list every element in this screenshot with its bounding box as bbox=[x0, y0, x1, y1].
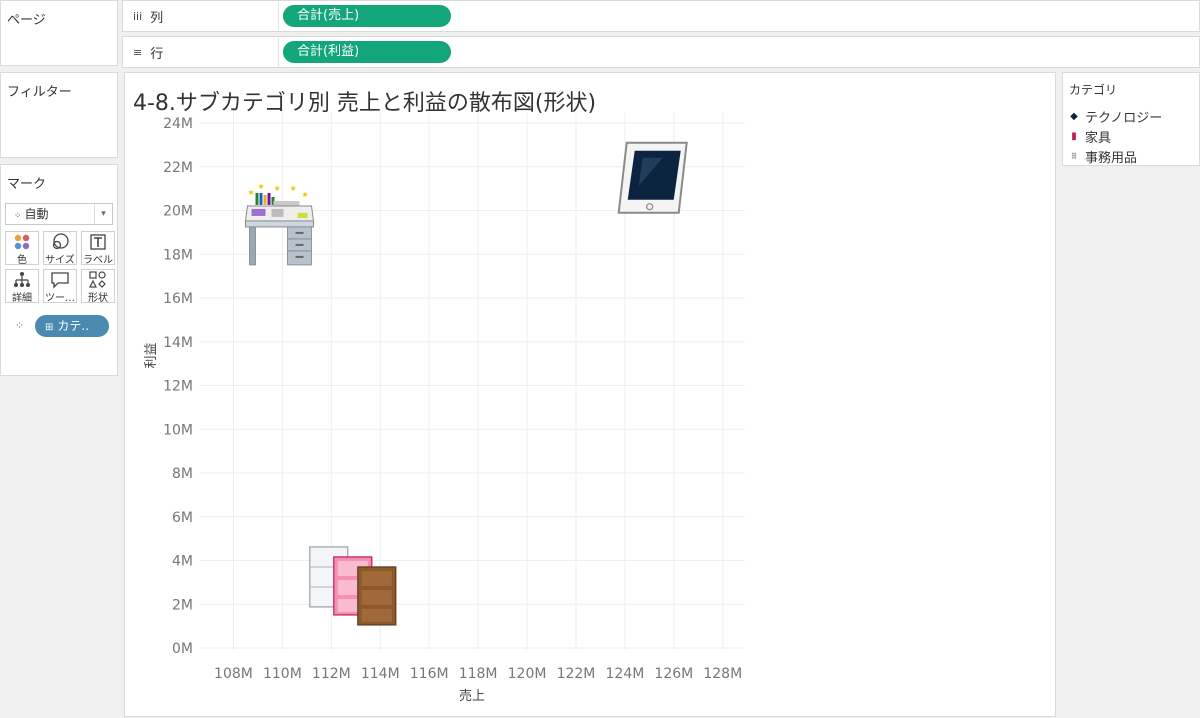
x-tick-label: 118M bbox=[459, 666, 498, 682]
legend-item-furniture[interactable]: ▮ 家具 bbox=[1069, 127, 1111, 146]
desk-icon: ⩩ bbox=[1071, 151, 1077, 162]
shape-icon bbox=[82, 271, 114, 289]
data-point-bookshelf[interactable] bbox=[309, 546, 397, 626]
y-tick-label: 2M bbox=[172, 597, 193, 613]
x-tick-label: 120M bbox=[508, 666, 547, 682]
columns-icon: iii bbox=[133, 9, 143, 23]
y-tick-label: 18M bbox=[163, 247, 193, 263]
size-label: サイズ bbox=[45, 255, 75, 266]
x-tick-label: 114M bbox=[361, 666, 400, 682]
filters-card[interactable]: フィルター bbox=[0, 72, 118, 158]
y-tick-label: 8M bbox=[172, 466, 193, 482]
y-axis-title: 利益 bbox=[144, 342, 159, 368]
tooltip-label: ツー… bbox=[45, 293, 75, 304]
columns-shelf[interactable]: iii 列 合計(売上) bbox=[122, 0, 1200, 32]
desk-icon bbox=[245, 181, 315, 266]
shape-field-label: カテ.. bbox=[57, 319, 90, 333]
viz-pane: 4-8.サブカテゴリ別 売上と利益の散布図(形状) ★ ★ ★ ★ ★ bbox=[124, 72, 1056, 717]
bookshelf-icon bbox=[309, 546, 397, 626]
bookshelf-icon: ▮ bbox=[1071, 131, 1077, 142]
marks-card-title: マーク bbox=[7, 177, 47, 192]
y-tick-label: 16M bbox=[163, 291, 193, 307]
columns-shelf-label: 列 bbox=[150, 10, 164, 26]
scatter-chart[interactable]: ★ ★ ★ ★ ★ bbox=[125, 73, 1057, 718]
x-tick-label: 122M bbox=[557, 666, 596, 682]
legend-card: カテゴリ ◆ テクノロジー ▮ 家具 ⩩ 事務用品 bbox=[1062, 72, 1200, 166]
marks-card: マーク ⁘ 自動 ▾ 色 サイズ ラベル 詳細 ツー… 形状 ⁘ ⊞ カテ.. bbox=[0, 164, 118, 376]
legend-label-furniture: 家具 bbox=[1085, 131, 1112, 146]
x-tick-label: 124M bbox=[606, 666, 645, 682]
columns-field-pill[interactable]: 合計(売上) bbox=[283, 5, 451, 27]
filters-card-title: フィルター bbox=[7, 85, 72, 100]
y-tick-label: 20M bbox=[163, 204, 193, 220]
size-icon bbox=[44, 233, 76, 251]
label-button[interactable]: ラベル bbox=[81, 231, 115, 266]
y-tick-label: 24M bbox=[163, 116, 193, 132]
tablet-icon: ◆ bbox=[1070, 111, 1078, 122]
detail-label: 詳細 bbox=[12, 293, 32, 304]
color-label: 色 bbox=[17, 255, 27, 266]
y-tick-label: 10M bbox=[163, 422, 193, 438]
rows-shelf[interactable]: ≡ 行 合計(利益) bbox=[122, 36, 1200, 68]
label-label: ラベル bbox=[83, 255, 113, 266]
tablet-icon bbox=[617, 141, 688, 214]
x-axis-title: 売上 bbox=[459, 688, 485, 704]
shape-field-pill[interactable]: ⊞ カテ.. bbox=[35, 315, 109, 337]
color-icon bbox=[6, 233, 38, 251]
columns-shelf-header: iii 列 bbox=[123, 1, 279, 31]
x-tick-label: 116M bbox=[410, 666, 449, 682]
shape-button[interactable]: 形状 bbox=[81, 269, 115, 304]
rows-shelf-label: 行 bbox=[150, 46, 164, 62]
x-tick-label: 112M bbox=[312, 666, 351, 682]
pages-card: ページ bbox=[0, 0, 118, 66]
rows-shelf-header: ≡ 行 bbox=[123, 37, 279, 67]
legend-label-office: 事務用品 bbox=[1085, 151, 1138, 166]
legend-title: カテゴリ bbox=[1069, 83, 1118, 97]
dimension-plus-icon: ⊞ bbox=[45, 322, 54, 333]
legend-item-technology[interactable]: ◆ テクノロジー bbox=[1069, 107, 1162, 126]
detail-icon bbox=[6, 271, 38, 289]
y-tick-label: 4M bbox=[172, 554, 193, 570]
chevron-down-icon[interactable]: ▾ bbox=[94, 204, 112, 224]
y-tick-label: 14M bbox=[163, 335, 193, 351]
x-tick-label: 108M bbox=[214, 666, 253, 682]
x-tick-label: 110M bbox=[263, 666, 302, 682]
color-button[interactable]: 色 bbox=[5, 231, 39, 266]
rows-field-pill[interactable]: 合計(利益) bbox=[283, 41, 451, 63]
y-tick-label: 6M bbox=[172, 510, 193, 526]
pages-card-title: ページ bbox=[7, 13, 46, 28]
auto-mark-icon: ⁘ bbox=[14, 211, 22, 221]
y-tick-label: 12M bbox=[163, 379, 193, 395]
x-tick-label: 126M bbox=[654, 666, 693, 682]
tooltip-button[interactable]: ツー… bbox=[43, 269, 77, 304]
shape-label: 形状 bbox=[88, 293, 108, 304]
legend-item-office[interactable]: ⩩ 事務用品 bbox=[1069, 147, 1137, 166]
mark-type-dropdown[interactable]: ⁘ 自動 ▾ bbox=[5, 203, 113, 225]
y-tick-label: 0M bbox=[172, 641, 193, 657]
label-icon bbox=[82, 233, 114, 251]
tooltip-icon bbox=[44, 271, 76, 289]
mark-type-label: 自動 bbox=[24, 207, 49, 221]
rows-icon: ≡ bbox=[133, 45, 143, 59]
data-point-desk[interactable] bbox=[245, 181, 315, 266]
data-point-tablet[interactable] bbox=[617, 141, 688, 214]
shape-field-icon: ⁘ bbox=[15, 319, 25, 332]
y-tick-label: 22M bbox=[163, 160, 193, 176]
x-tick-label: 128M bbox=[703, 666, 742, 682]
legend-label-technology: テクノロジー bbox=[1085, 111, 1163, 126]
size-button[interactable]: サイズ bbox=[43, 231, 77, 266]
detail-button[interactable]: 詳細 bbox=[5, 269, 39, 304]
